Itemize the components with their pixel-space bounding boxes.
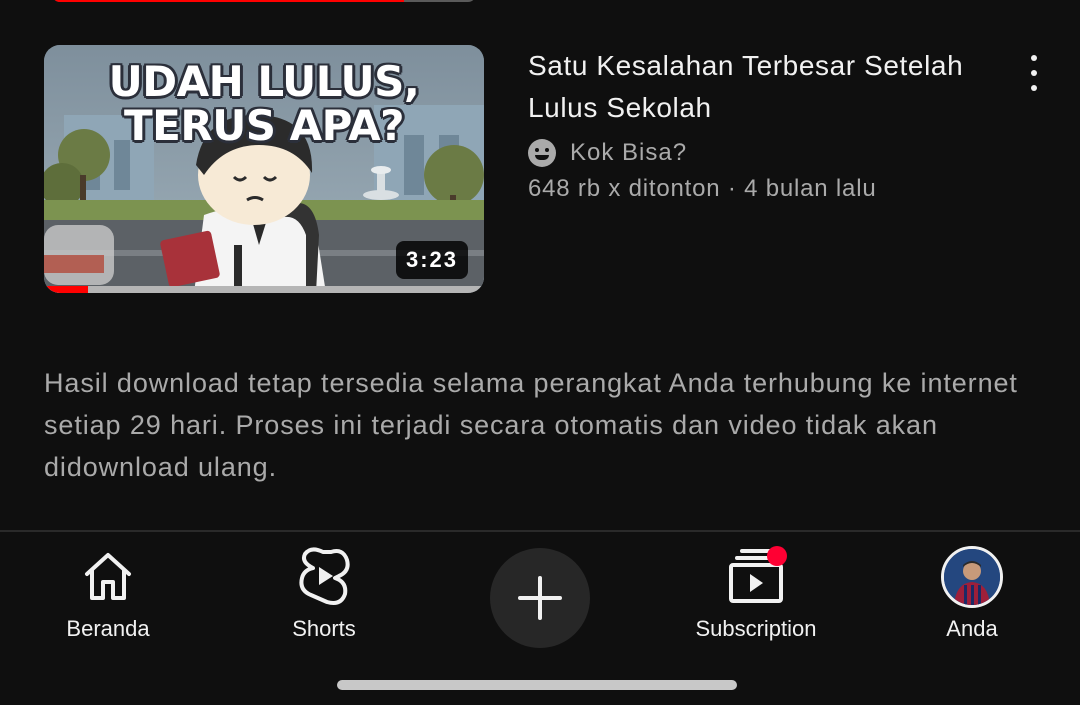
watch-progress-bar — [44, 286, 484, 293]
nav-home-label: Beranda — [66, 616, 150, 641]
nav-shorts-label: Shorts — [292, 616, 356, 641]
more-dot — [1031, 85, 1037, 91]
subscriptions-icon — [656, 544, 856, 610]
previous-video-progress-bar — [52, 0, 476, 2]
nav-subscriptions[interactable]: Subscription — [656, 544, 856, 642]
new-content-badge — [767, 546, 787, 566]
channel-row: Kok Bisa? — [528, 135, 998, 171]
more-dot — [1031, 70, 1037, 76]
video-duration-badge: 3:23 — [395, 241, 468, 279]
video-list-item[interactable]: UDAH LULUS, TERUS APA? 3:23 Satu Kesalah… — [44, 45, 1044, 295]
plus-icon — [518, 576, 562, 620]
create-button[interactable] — [490, 548, 590, 648]
video-title[interactable]: Satu Kesalahan Terbesar Setelah Lulus Se… — [528, 45, 998, 129]
video-stats: 648 rb x ditonton · 4 bulan lalu — [528, 175, 877, 202]
thumbnail-title-line1: UDAH LULUS, — [108, 57, 420, 106]
nav-home[interactable]: Beranda — [8, 544, 208, 642]
more-dot — [1031, 55, 1037, 61]
bottom-navigation: Beranda Shorts Subscription Anda — [0, 530, 1080, 705]
nav-you[interactable]: Anda — [872, 544, 1072, 642]
channel-avatar-icon — [528, 139, 556, 167]
user-avatar — [941, 546, 1003, 608]
you-avatar-container — [872, 544, 1072, 610]
gesture-home-indicator[interactable] — [337, 680, 737, 690]
nav-subscriptions-label: Subscription — [695, 616, 817, 641]
thumbnail-title-line2: TERUS APA? — [124, 101, 404, 150]
channel-name: Kok Bisa? — [570, 139, 688, 166]
video-thumbnail[interactable]: UDAH LULUS, TERUS APA? 3:23 — [44, 45, 484, 293]
previous-video-progress-fill — [52, 0, 404, 2]
watch-progress-fill — [44, 286, 88, 293]
nav-you-label: Anda — [946, 616, 998, 641]
nav-shorts[interactable]: Shorts — [224, 544, 424, 642]
download-info-text: Hasil download tetap tersedia selama per… — [44, 368, 1018, 482]
downloads-screen: UDAH LULUS, TERUS APA? 3:23 Satu Kesalah… — [0, 0, 1080, 705]
home-icon — [8, 544, 208, 610]
shorts-icon — [224, 544, 424, 610]
video-meta[interactable]: Satu Kesalahan Terbesar Setelah Lulus Se… — [528, 45, 998, 203]
more-vertical-icon[interactable] — [1024, 55, 1044, 91]
